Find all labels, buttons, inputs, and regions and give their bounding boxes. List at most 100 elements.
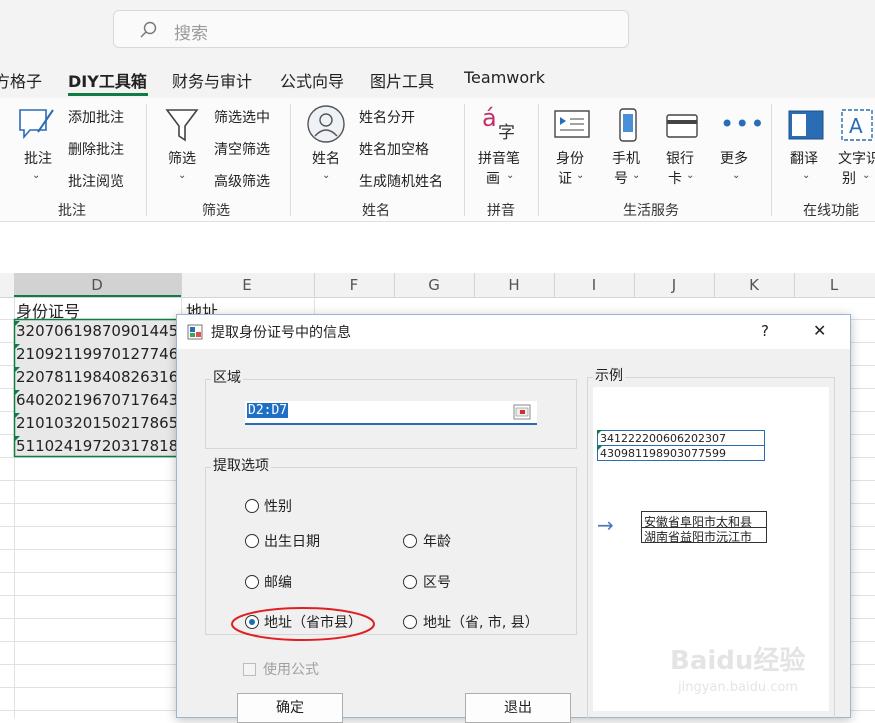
add-comment-item[interactable]: 添加批注: [68, 107, 124, 127]
radio-address-separated-label: 地址（省, 市, 县）: [423, 615, 539, 631]
column-header-j[interactable]: J: [654, 276, 694, 294]
group-separator: [290, 104, 291, 216]
example-id-divider: [597, 445, 765, 446]
chevron-down-icon: ⌄: [686, 170, 695, 181]
clear-filter-item[interactable]: 清空筛选: [214, 139, 270, 159]
use-formula-checkbox[interactable]: [243, 663, 256, 676]
phone-label-1: 手机: [612, 151, 640, 167]
tab-finance-audit[interactable]: 财务与审计: [172, 68, 252, 92]
phone-button[interactable]: 手机 号 ⌄: [610, 104, 654, 187]
radio-birthdate[interactable]: [245, 534, 259, 548]
radio-area-code[interactable]: [403, 575, 417, 589]
cell-d7[interactable]: 511024197203178188: [16, 437, 181, 455]
search-icon: [140, 21, 157, 38]
chevron-down-icon: ⌄: [802, 170, 811, 181]
active-tab-indicator: [68, 93, 148, 96]
pinyin-char-icon: 字: [498, 123, 515, 143]
ok-button[interactable]: 确定: [237, 693, 343, 723]
tab-formula-wizard[interactable]: 公式向导: [280, 68, 344, 92]
delete-comment-item[interactable]: 删除批注: [68, 139, 124, 159]
chevron-down-icon: ⌄: [862, 170, 871, 181]
more-label: 更多: [720, 151, 748, 167]
comment-icon: [19, 109, 54, 140]
comment-button[interactable]: 批注 ⌄: [14, 104, 60, 186]
bank-card-button[interactable]: 银行 卡 ⌄: [664, 104, 708, 187]
bank-card-label-1: 银行: [666, 151, 694, 167]
name-group-label: 姓名: [362, 203, 390, 219]
tab-diy-toolbox[interactable]: DIY工具箱: [68, 68, 147, 92]
radio-age-label: 年龄: [423, 534, 451, 550]
group-separator: [464, 104, 465, 216]
translate-button[interactable]: 翻译 ⌄: [786, 104, 830, 186]
column-header-d[interactable]: D: [77, 276, 117, 294]
help-button[interactable]: ?: [761, 322, 769, 340]
radio-age[interactable]: [403, 534, 417, 548]
range-input[interactable]: D2:D7: [245, 401, 537, 425]
chevron-down-icon: ⌄: [732, 170, 741, 181]
chevron-down-icon: ⌄: [322, 170, 331, 181]
ribbon: 批注 ⌄ 添加批注 删除批注 批注阅览 批注 筛选 ⌄ 筛选选中 清空筛选 高级…: [0, 98, 875, 222]
chevron-down-icon: ⌄: [32, 170, 41, 181]
browse-comment-item[interactable]: 批注阅览: [68, 171, 124, 191]
radio-gender[interactable]: [245, 499, 259, 513]
group-separator: [771, 104, 772, 216]
radio-birthdate-label: 出生日期: [264, 534, 320, 550]
bank-card-label-2: 卡: [668, 171, 682, 187]
pinyin-stroke-button[interactable]: á 字 拼音笔 画 ⌄: [476, 104, 526, 187]
column-header-k[interactable]: K: [734, 276, 774, 294]
filter-selected-item[interactable]: 筛选选中: [214, 107, 270, 127]
more-button[interactable]: ••• 更多 ⌄: [718, 104, 764, 186]
advanced-filter-item[interactable]: 高级筛选: [214, 171, 270, 191]
cell-d4[interactable]: 220781198408263167: [16, 368, 181, 386]
phone-icon: [619, 108, 637, 142]
pinyin-button-label-2: 画: [486, 171, 500, 187]
name-add-space-item[interactable]: 姓名加空格: [359, 139, 429, 159]
radio-address-separated[interactable]: [403, 615, 417, 629]
tab-image-tools[interactable]: 图片工具: [370, 68, 434, 92]
formula-bar-area: [0, 222, 875, 266]
group-separator: [538, 104, 539, 216]
radio-postcode[interactable]: [245, 575, 259, 589]
phone-label-2: 号: [614, 171, 628, 187]
filter-button[interactable]: 筛选 ⌄: [160, 104, 206, 186]
range-legend: 区域: [211, 367, 243, 387]
cell-d1[interactable]: 身份证号: [16, 298, 181, 322]
example-id-2: 430981198903077599: [600, 447, 726, 460]
highlight-ellipse: [231, 607, 375, 641]
ocr-label-1: 文字识: [838, 151, 875, 167]
column-header-g[interactable]: G: [414, 276, 454, 294]
range-picker-icon[interactable]: [513, 404, 531, 420]
close-icon[interactable]: ✕: [813, 321, 826, 340]
exit-button[interactable]: 退出: [465, 693, 571, 723]
column-header-h[interactable]: H: [494, 276, 534, 294]
cell-d6[interactable]: 210103201502178656: [16, 414, 181, 432]
tab-fanggezi[interactable]: 方格子: [0, 68, 42, 92]
id-card-label-1: 身份: [556, 151, 584, 167]
chevron-down-icon: ⌄: [632, 170, 641, 181]
split-name-item[interactable]: 姓名分开: [359, 107, 415, 127]
column-header-i[interactable]: I: [574, 276, 614, 294]
tab-teamwork[interactable]: Teamwork: [464, 68, 545, 87]
example-address-2: 湖南省益阳市沅江市: [644, 530, 753, 544]
cell-d2[interactable]: 320706198709014459: [16, 322, 181, 340]
name-button-label: 姓名: [312, 151, 340, 167]
cell-d5[interactable]: 640202196707176430: [16, 391, 181, 409]
search-box[interactable]: 搜索: [113, 10, 629, 48]
id-card-button[interactable]: 身份 证 ⌄: [552, 104, 596, 187]
arrow-right-icon: →: [597, 513, 614, 537]
random-name-item[interactable]: 生成随机姓名: [359, 171, 443, 191]
ocr-icon: A: [841, 109, 873, 141]
bank-card-icon: [666, 114, 698, 138]
ocr-button[interactable]: A 文字识 别 ⌄: [836, 104, 875, 187]
options-legend: 提取选项: [211, 455, 271, 475]
column-header-f[interactable]: F: [334, 276, 374, 294]
radio-gender-label: 性别: [264, 499, 292, 515]
id-card-icon: [554, 110, 590, 138]
example-id-1: 341222200606202307: [600, 432, 726, 445]
dialog-titlebar[interactable]: 提取身份证号中的信息 ? ✕: [177, 315, 850, 349]
column-header-l[interactable]: L: [814, 276, 854, 294]
name-button[interactable]: 姓名 ⌄: [304, 104, 352, 186]
use-formula-label: 使用公式: [263, 662, 319, 678]
cell-d3[interactable]: 210921199701277469: [16, 345, 181, 363]
column-header-e[interactable]: E: [227, 276, 267, 294]
